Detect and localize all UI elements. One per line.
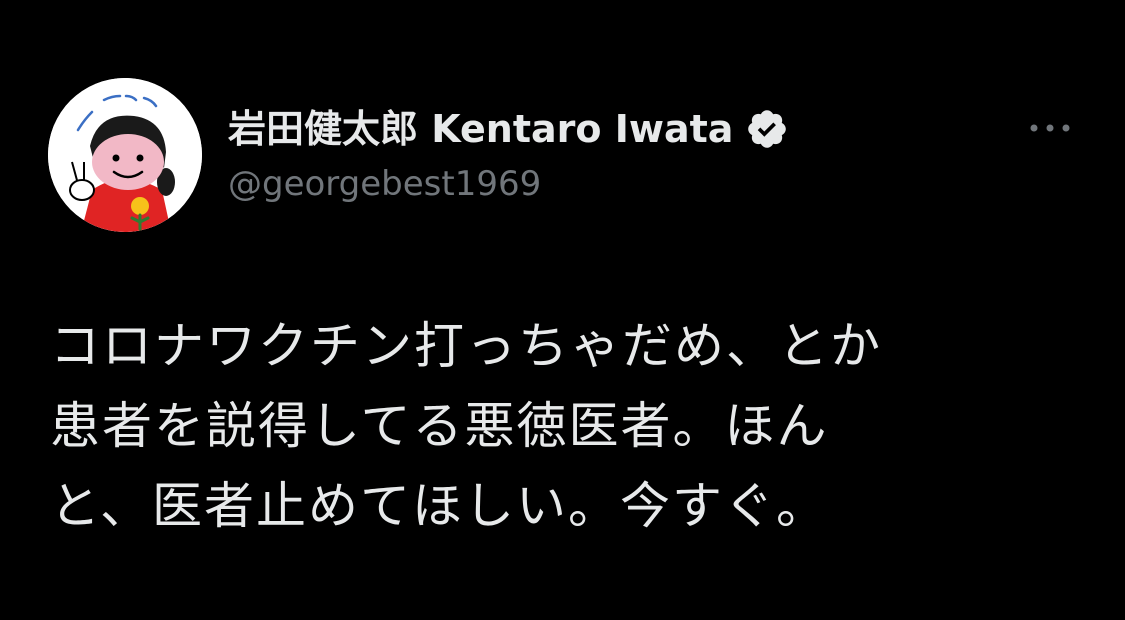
illustrated-avatar-icon — [48, 78, 202, 232]
tweet-text-line: 患者を説得してる悪徳医者。ほん — [50, 397, 829, 455]
tweet-text-line: コロナワクチン打っちゃだめ、とか — [50, 317, 882, 375]
author-name[interactable]: 岩田健太郎 Kentaro Iwata — [228, 104, 789, 154]
tweet-text-line: と、医者止めてほしい。今すぐ。 — [50, 477, 828, 535]
author-handle[interactable]: @georgebest1969 — [228, 162, 541, 206]
author-avatar[interactable] — [48, 78, 202, 232]
more-options-icon — [1030, 124, 1070, 132]
more-options-button[interactable] — [1022, 108, 1078, 148]
tweet-text: コロナワクチン打っちゃだめ、とか 患者を説得してる悪徳医者。ほん と、医者止めて… — [50, 306, 1090, 546]
verified-badge-icon[interactable] — [745, 107, 789, 151]
author-display-name[interactable]: 岩田健太郎 Kentaro Iwata — [228, 104, 733, 154]
tweet-card: 岩田健太郎 Kentaro Iwata @georgebest1969 コロナワ… — [0, 0, 1125, 620]
